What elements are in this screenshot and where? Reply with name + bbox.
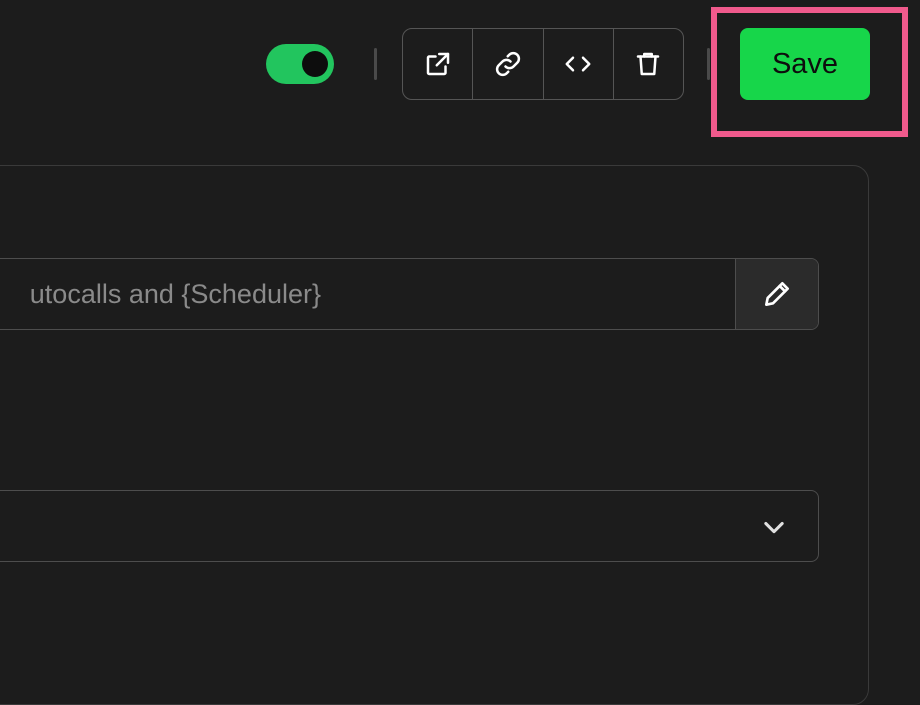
name-text-field[interactable]: utocalls and {Scheduler} bbox=[0, 258, 819, 330]
action-icon-group bbox=[402, 28, 684, 100]
chevron-down-icon bbox=[764, 521, 784, 534]
copy-link-button[interactable] bbox=[473, 29, 544, 99]
delete-button[interactable] bbox=[614, 29, 683, 99]
pencil-icon bbox=[765, 282, 789, 306]
edit-name-button[interactable] bbox=[735, 259, 818, 329]
toggle-knob bbox=[302, 51, 328, 77]
name-field-value: utocalls and {Scheduler} bbox=[29, 278, 321, 309]
toolbar-divider-2 bbox=[707, 48, 710, 80]
settings-card bbox=[0, 165, 869, 705]
toolbar-divider bbox=[374, 48, 377, 80]
external-link-icon bbox=[426, 52, 449, 76]
open-external-button[interactable] bbox=[403, 29, 474, 99]
code-icon bbox=[565, 56, 591, 72]
trash-icon bbox=[637, 52, 660, 76]
dropdown-select[interactable] bbox=[0, 490, 819, 562]
link-icon bbox=[495, 51, 521, 77]
embed-code-button[interactable] bbox=[544, 29, 614, 99]
enabled-toggle[interactable] bbox=[266, 44, 334, 84]
save-button[interactable]: Save bbox=[740, 28, 870, 100]
